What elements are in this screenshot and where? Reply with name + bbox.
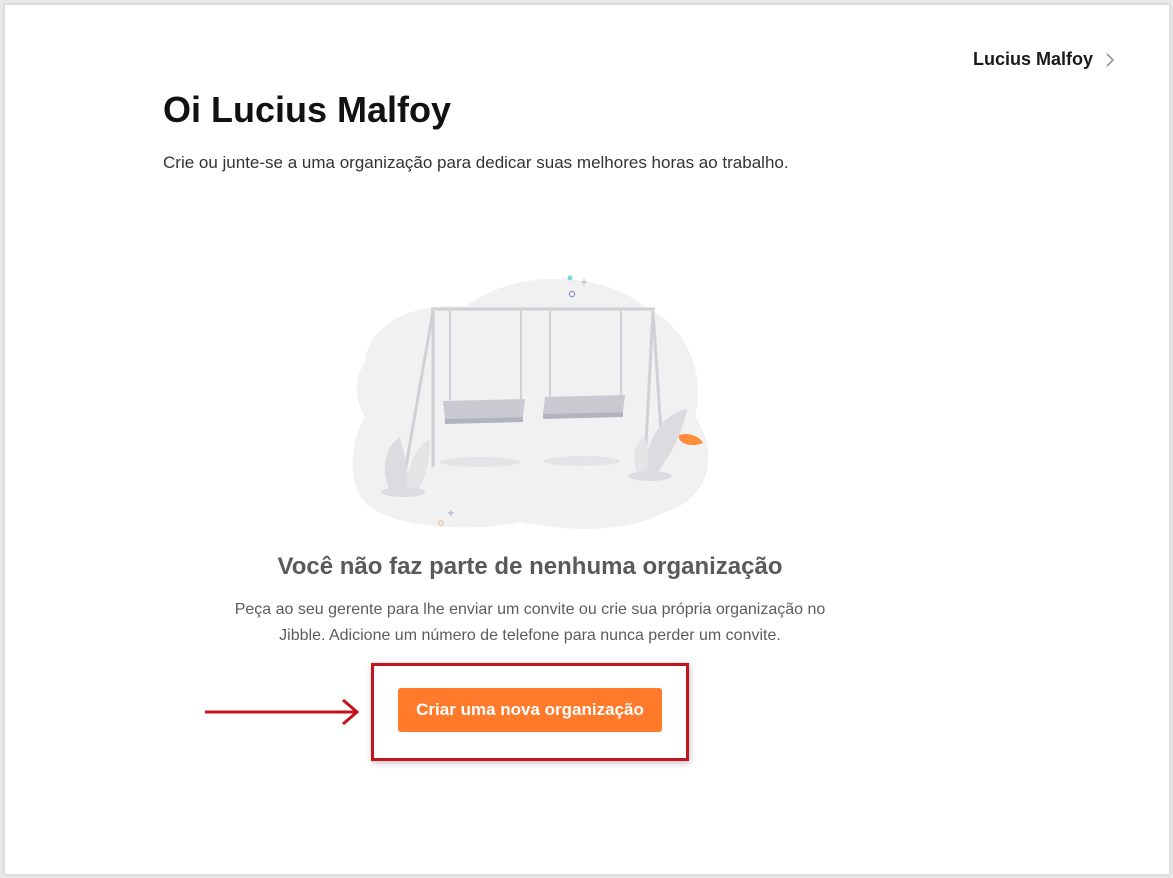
app-window: Lucius Malfoy Oi Lucius Malfoy Crie ou j… (4, 4, 1170, 875)
empty-state-description: Peça ao seu gerente para lhe enviar um c… (234, 601, 826, 644)
create-organization-button[interactable]: Criar uma nova organização (398, 688, 662, 732)
empty-state-title: Você não faz parte de nenhuma organizaçã… (277, 553, 783, 580)
empty-swing-illustration (352, 275, 709, 530)
page-subtitle: Crie ou junte-se a uma organização para … (163, 153, 789, 172)
page-title: Oi Lucius Malfoy (163, 89, 452, 130)
user-menu[interactable]: Lucius Malfoy (973, 49, 1117, 70)
user-name: Lucius Malfoy (972, 49, 1093, 69)
chevron-right-icon (1106, 52, 1115, 67)
arrow-right-icon (205, 699, 360, 725)
